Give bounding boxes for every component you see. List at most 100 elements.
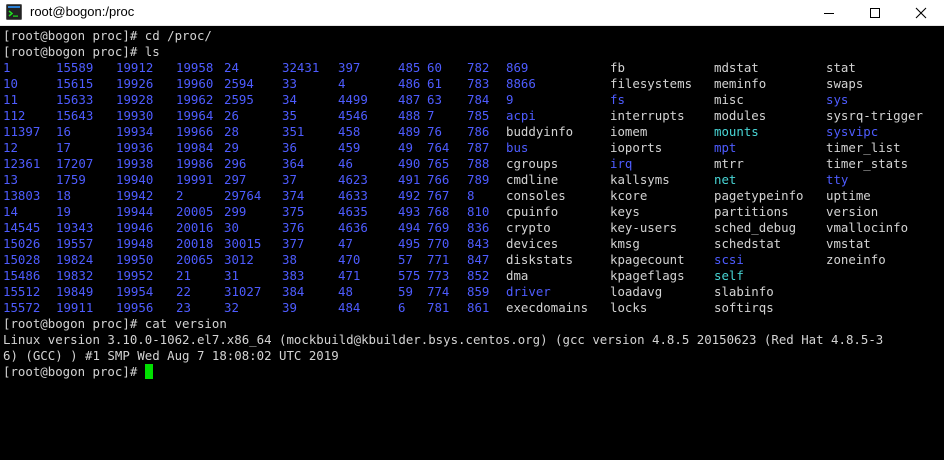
ls-file-entry: iomem xyxy=(610,124,648,139)
ls-dir-entry: 490 xyxy=(398,156,421,171)
ls-dir-entry: 30015 xyxy=(224,236,262,251)
ls-dir-entry: 397 xyxy=(338,60,361,75)
ls-file-entry: kcore xyxy=(610,188,648,203)
ls-dir-entry: acpi xyxy=(506,108,536,123)
minimize-icon xyxy=(824,12,834,14)
ls-dir-entry: 24 xyxy=(224,60,239,75)
ls-file-entry: softirqs xyxy=(714,300,774,315)
ls-link-entry: mounts xyxy=(714,124,759,139)
ls-dir-entry: 491 xyxy=(398,172,421,187)
ls-dir-entry: 19946 xyxy=(116,220,154,235)
ls-dir-entry: 383 xyxy=(282,268,305,283)
ls-dir-entry: 774 xyxy=(427,284,450,299)
terminal-output[interactable]: [root@bogon proc]# cd /proc/ [root@bogon… xyxy=(0,26,944,460)
maximize-icon xyxy=(870,7,880,18)
prompt-line[interactable]: [root@bogon proc]# xyxy=(3,364,153,380)
ls-dir-entry: 771 xyxy=(427,252,450,267)
ls-file-entry: cgroups xyxy=(506,156,559,171)
maximize-button[interactable] xyxy=(852,0,898,25)
ls-file-entry: slabinfo xyxy=(714,284,774,299)
ls-dir-entry: 470 xyxy=(338,252,361,267)
ls-dir-entry: 23 xyxy=(176,300,191,315)
ls-link-entry: self xyxy=(714,268,744,283)
ls-dir-entry: 48 xyxy=(338,284,353,299)
window-title: root@bogon:/proc xyxy=(30,4,135,19)
terminal-line: 6) (GCC) ) #1 SMP Wed Aug 7 18:08:02 UTC… xyxy=(3,348,339,363)
ls-file-entry: interrupts xyxy=(610,108,685,123)
ls-dir-entry: 19911 xyxy=(56,300,94,315)
ls-dir-entry: 11 xyxy=(3,92,18,107)
ls-dir-entry: 364 xyxy=(282,156,305,171)
ls-dir-entry: 789 xyxy=(467,172,490,187)
ls-dir-entry: 19944 xyxy=(116,204,154,219)
ls-dir-entry: 36 xyxy=(282,140,297,155)
ls-dir-entry: 859 xyxy=(467,284,490,299)
ls-dir-entry: 29 xyxy=(224,140,239,155)
ls-dir-entry: 810 xyxy=(467,204,490,219)
ls-dir-entry: 783 xyxy=(467,76,490,91)
ls-dir-entry: 21 xyxy=(176,268,191,283)
ls-dir-entry: 15512 xyxy=(3,284,41,299)
ls-file-entry: version xyxy=(826,204,879,219)
ls-dir-entry: irq xyxy=(610,156,633,171)
minimize-button[interactable] xyxy=(806,0,852,25)
ls-dir-entry: 765 xyxy=(427,156,450,171)
ls-file-entry: dma xyxy=(506,268,529,283)
close-button[interactable] xyxy=(898,0,944,25)
ls-dir-entry: 4633 xyxy=(338,188,368,203)
ls-dir-entry: 8 xyxy=(467,188,475,203)
ls-dir-entry: 484 xyxy=(338,300,361,315)
ls-dir-entry: 4623 xyxy=(338,172,368,187)
ls-dir-entry: 19938 xyxy=(116,156,154,171)
ls-dir-entry: fs xyxy=(610,92,625,107)
ls-dir-entry: 19984 xyxy=(176,140,214,155)
ls-dir-entry: 4 xyxy=(338,76,346,91)
ls-dir-entry: 2595 xyxy=(224,92,254,107)
ls-dir-entry: 15026 xyxy=(3,236,41,251)
ls-dir-entry: 494 xyxy=(398,220,421,235)
ls-dir-entry: 15615 xyxy=(56,76,94,91)
ls-dir-entry: 61 xyxy=(427,76,442,91)
ls-dir-entry: 786 xyxy=(467,124,490,139)
ls-dir-entry: 471 xyxy=(338,268,361,283)
ls-file-entry: loadavg xyxy=(610,284,663,299)
ls-dir-entry: 299 xyxy=(224,204,247,219)
ls-dir-entry: 8866 xyxy=(506,76,536,91)
ls-file-entry: ioports xyxy=(610,140,663,155)
ls-dir-entry: 49 xyxy=(398,140,413,155)
ls-file-entry: keys xyxy=(610,204,640,219)
ls-dir-entry: 16 xyxy=(56,124,71,139)
ls-dir-entry: tty xyxy=(826,172,849,187)
ls-file-entry: schedstat xyxy=(714,236,782,251)
title-bar[interactable]: root@bogon:/proc xyxy=(0,0,944,26)
ls-dir-entry: 375 xyxy=(282,204,305,219)
ls-dir-entry: 19948 xyxy=(116,236,154,251)
ls-file-entry: misc xyxy=(714,92,744,107)
ls-file-entry: cpuinfo xyxy=(506,204,559,219)
ls-file-entry: devices xyxy=(506,236,559,251)
ls-dir-entry: 19964 xyxy=(176,108,214,123)
ls-dir-entry: 7 xyxy=(427,108,435,123)
ls-dir-entry: 19936 xyxy=(116,140,154,155)
ls-dir-entry: 19849 xyxy=(56,284,94,299)
ls-dir-entry: 20018 xyxy=(176,236,214,251)
ls-dir-entry: 768 xyxy=(427,204,450,219)
ls-dir-entry: 869 xyxy=(506,60,529,75)
ls-file-entry: zoneinfo xyxy=(826,252,886,267)
ls-dir-entry: 458 xyxy=(338,124,361,139)
ls-dir-entry: 492 xyxy=(398,188,421,203)
ls-file-entry: partitions xyxy=(714,204,789,219)
ls-dir-entry: 785 xyxy=(467,108,490,123)
ls-dir-entry: 485 xyxy=(398,60,421,75)
ls-file-entry: kpagecount xyxy=(610,252,685,267)
ls-file-entry: sysrq-trigger xyxy=(826,108,923,123)
ls-dir-entry: sys xyxy=(826,92,849,107)
ls-dir-entry: 19934 xyxy=(116,124,154,139)
ls-dir-entry: scsi xyxy=(714,252,744,267)
ls-dir-entry: 19956 xyxy=(116,300,154,315)
ls-dir-entry: 31 xyxy=(224,268,239,283)
terminal-app-icon[interactable] xyxy=(6,4,22,20)
ls-dir-entry: 489 xyxy=(398,124,421,139)
ls-file-entry: swaps xyxy=(826,76,864,91)
ls-dir-entry: 13803 xyxy=(3,188,41,203)
